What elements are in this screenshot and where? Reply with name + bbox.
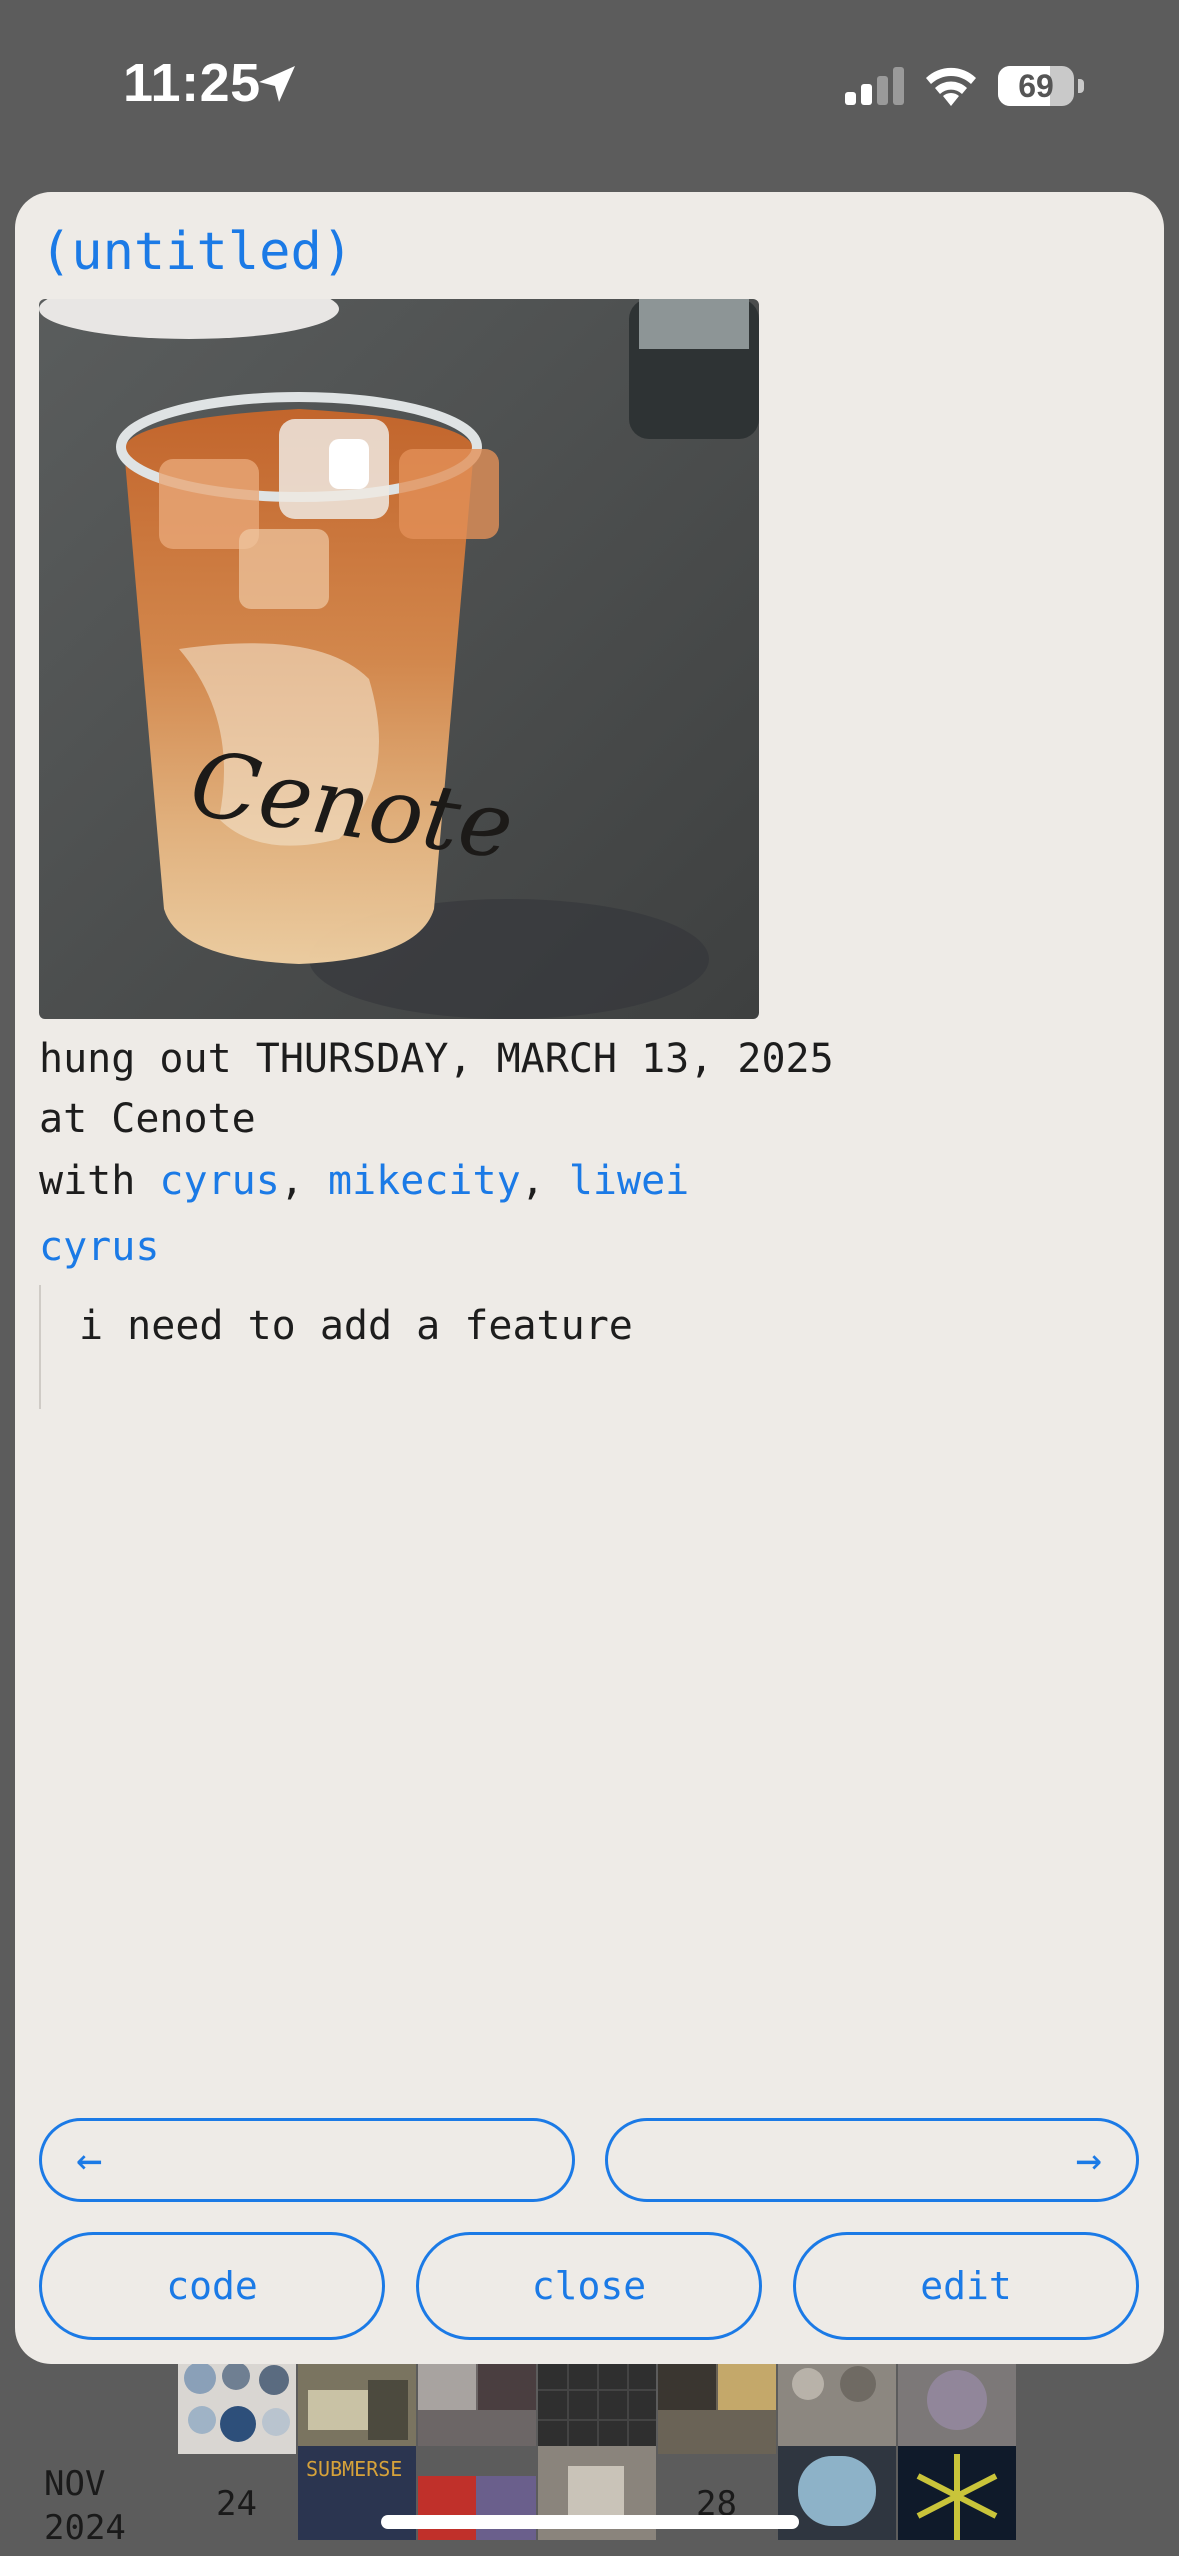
person-link-cyrus[interactable]: cyrus <box>159 1158 279 1204</box>
hangout-date: THURSDAY, MARCH 13, 2025 <box>255 1036 834 1082</box>
code-button[interactable]: code <box>39 2232 385 2340</box>
calendar-thumb-star[interactable] <box>898 2446 1016 2540</box>
status-bar: 11:25 69 <box>0 0 1179 175</box>
note-blockquote: i need to add a feature <box>39 1285 941 1409</box>
note-text: i need to add a feature <box>79 1303 633 1349</box>
location-name: Cenote <box>111 1096 256 1142</box>
calendar-thumb-tableware[interactable] <box>778 2360 896 2454</box>
calendar-day[interactable]: 24 <box>216 2484 257 2524</box>
separator: , <box>279 1158 329 1204</box>
wifi-icon <box>926 67 976 106</box>
calendar-thumb-room[interactable] <box>298 2360 416 2454</box>
status-time: 11:25 <box>123 53 261 113</box>
hangout-date-line: hung out THURSDAY, MARCH 13, 2025 <box>39 1036 834 1082</box>
location-arrow-icon <box>259 66 295 102</box>
calendar-year: 2024 <box>44 2508 126 2548</box>
separator: , <box>520 1158 569 1204</box>
entry-photo[interactable]: Cenote <box>39 299 759 1019</box>
calendar-month: NOV <box>44 2464 106 2504</box>
arrow-right-icon: → <box>1075 2134 1103 2186</box>
previous-entry-button[interactable]: ← <box>39 2118 575 2202</box>
tile-label: SUBMERSE <box>306 2457 402 2481</box>
home-indicator[interactable] <box>381 2515 799 2529</box>
people-line: with cyrus, mikecity, liwei <box>39 1158 689 1204</box>
person-link-mikecity[interactable]: mikecity <box>328 1158 521 1204</box>
location-prefix: at <box>39 1096 112 1142</box>
calendar-thumb-spheres[interactable] <box>178 2360 296 2454</box>
next-entry-button[interactable]: → <box>605 2118 1139 2202</box>
date-prefix: hung out <box>39 1036 256 1082</box>
battery-tip <box>1078 79 1084 93</box>
location-line: at Cenote <box>39 1096 256 1142</box>
calendar-thumb-people[interactable] <box>658 2360 776 2454</box>
battery-indicator: 69 <box>998 66 1084 106</box>
person-link-liwei[interactable]: liwei <box>569 1158 689 1204</box>
edit-button[interactable]: edit <box>793 2232 1139 2340</box>
calendar-thumb-gradient[interactable] <box>898 2360 1016 2454</box>
entry-sheet: (untitled) Cenote hung out THURSDAY, MAR… <box>15 192 1164 2364</box>
with-prefix: with <box>39 1158 160 1204</box>
cellular-signal-icon <box>845 67 904 105</box>
close-button[interactable]: close <box>416 2232 762 2340</box>
calendar-thumb-dark[interactable] <box>418 2360 536 2454</box>
battery-percent: 69 <box>1018 67 1054 104</box>
author-link[interactable]: cyrus <box>39 1224 159 1270</box>
entry-title[interactable]: (untitled) <box>40 222 353 282</box>
calendar-month-label: NOV 2024 <box>44 2462 126 2550</box>
arrow-left-icon: ← <box>76 2134 103 2186</box>
calendar-thumb-grid[interactable] <box>538 2360 656 2454</box>
